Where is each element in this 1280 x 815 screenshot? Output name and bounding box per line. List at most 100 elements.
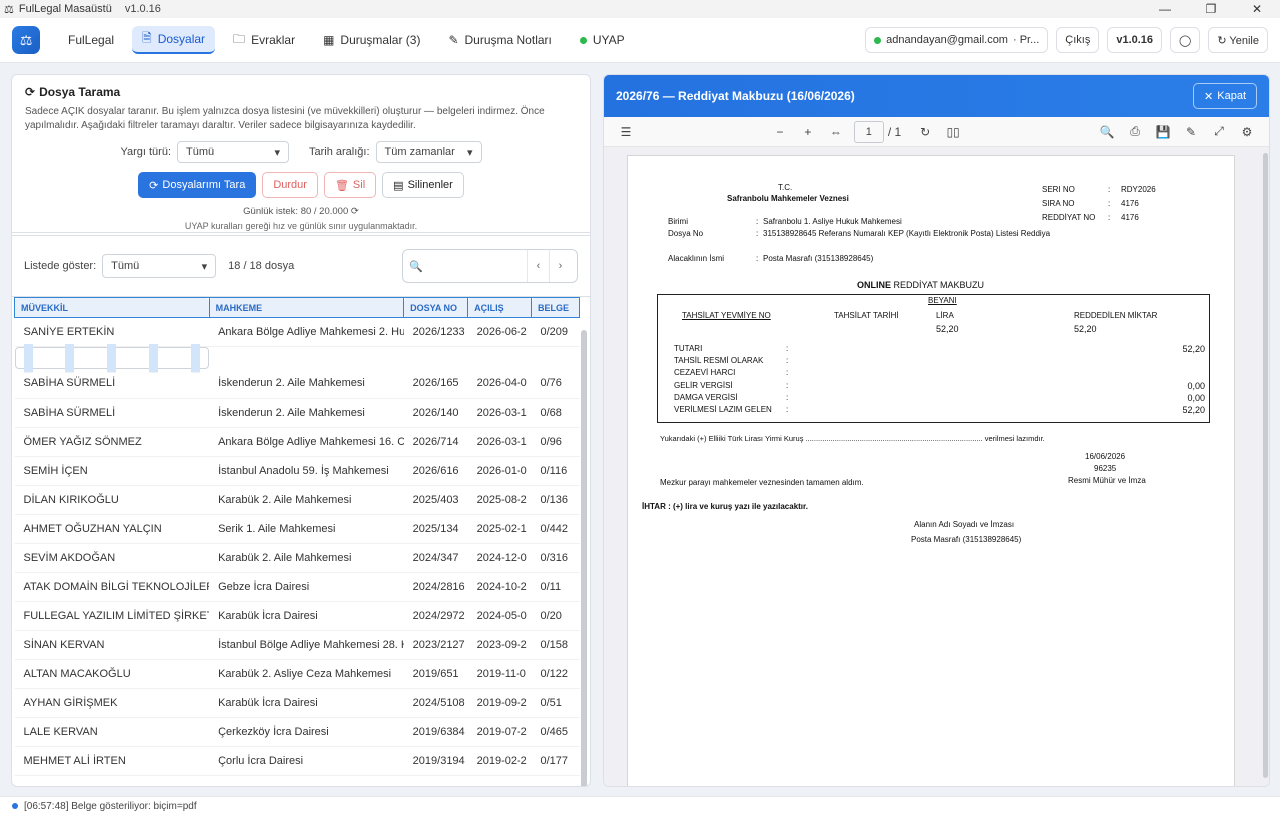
table-cell: ÖMER YAĞIZ SÖNMEZ — [14, 427, 210, 457]
file-icon: 🗎 — [142, 30, 152, 45]
table-row[interactable]: SANİYE ERTEKİN Ankara Bölge Adliye Mahkem… — [14, 317, 580, 347]
nav-durusma-notlari[interactable]: ✎ Duruşma Notları — [438, 26, 561, 54]
column-header-mahkeme[interactable]: MAHKEME — [208, 297, 405, 318]
court-type-label: Yargı türü: — [120, 146, 171, 158]
viewer-title: 2026/76 — Reddiyat Makbuzu (16/06/2026) — [616, 89, 855, 103]
table-row[interactable]: SEMİH İÇEN İstanbul Anadolu 59. İş Mahkem… — [14, 456, 580, 486]
sidebar-toggle-icon[interactable]: ☰ — [612, 125, 640, 139]
search-icon[interactable]: 🔍 — [1093, 125, 1121, 139]
date-range-select[interactable]: Tüm zamanlar ▾ — [375, 141, 482, 163]
nav-uyap[interactable]: UYAP — [570, 26, 635, 54]
search-input[interactable]: 🔍 ‹ › — [402, 249, 578, 283]
doc-colon: : — [786, 368, 789, 378]
court-type-select[interactable]: Tümü ▾ — [177, 141, 289, 163]
column-header-belge[interactable]: BELGE — [531, 297, 580, 318]
app-logo[interactable]: ⚖ — [12, 26, 40, 54]
minimize-icon[interactable]: — — [1142, 0, 1188, 18]
table-row[interactable]: AYHAN GİRİŞMEK Karabük İcra Dairesi 2024/5… — [14, 688, 580, 718]
table-cell: 2026-03-1 — [467, 427, 532, 457]
circle-icon: ◯ — [1179, 34, 1192, 47]
stop-button[interactable]: Durdur — [262, 172, 318, 198]
table-row[interactable]: AHMET OĞUZHAN YALÇIN Serik 1. Aile Mahkem… — [14, 514, 580, 544]
nav-evraklar[interactable]: 🗀 Evraklar — [223, 26, 305, 54]
zoom-out-icon[interactable]: − — [766, 125, 794, 139]
table-cell: SABİHA SÜRMELİ — [14, 398, 210, 428]
doc-seal: Resmi Mühür ve İmza — [1068, 476, 1146, 485]
nav-durusmalar[interactable]: ▦ Duruşmalar (3) — [313, 26, 430, 54]
user-account[interactable]: adnandayan@gmail.com · Pr... — [865, 27, 1049, 53]
table-cell: 2019-11-0 — [467, 659, 532, 689]
theme-toggle-button[interactable]: ◯ — [1170, 27, 1201, 53]
rotate-icon[interactable]: ↻ — [911, 125, 939, 139]
nav-fullegal[interactable]: FulLegal — [58, 26, 124, 54]
list-scrollbar[interactable] — [581, 330, 587, 786]
page-number-input[interactable]: 1 — [853, 120, 884, 143]
table-row[interactable]: DİLAN KIRIKOĞLU Karabük 2. Aile Mahkemesi… — [14, 485, 580, 515]
table-cell: 2026/616 — [403, 456, 468, 486]
viewer-header: 2026/76 — Reddiyat Makbuzu (16/06/2026) … — [604, 75, 1269, 117]
maximize-icon[interactable]: ❐ — [1188, 0, 1234, 18]
table-cell: 2024/2816 — [403, 572, 468, 602]
annotate-icon[interactable]: ✎ — [1177, 125, 1205, 139]
table-cell: SİNAN KERVAN — [14, 630, 210, 660]
scan-section: ⟳ Dosya Tarama Sadece AÇIK dosyalar taran… — [12, 75, 590, 233]
table-row[interactable]: ALTAN MACAKOĞLU Karabük 2. Asliye Ceza Ma… — [14, 659, 580, 689]
status-dot — [12, 803, 18, 809]
table-cell: 2026-06-2 — [467, 317, 532, 347]
column-header-dosya-no[interactable]: DOSYA NO — [403, 297, 469, 318]
refresh-quota-icon[interactable]: ⟳ — [351, 206, 359, 217]
close-viewer-button[interactable]: ✕ Kapat — [1193, 83, 1257, 109]
refresh-button[interactable]: ↻ Yenile — [1208, 27, 1268, 53]
table-cell: FULLEGAL YAZILIM LİMİTED ŞİRKETİ — [14, 601, 210, 631]
pdf-scrollbar[interactable] — [1263, 153, 1268, 778]
close-icon[interactable]: ✕ — [1234, 0, 1280, 18]
settings-icon[interactable]: ⚙ — [1233, 125, 1261, 139]
table-row[interactable]: LALE KERVAN Çerkezköy İcra Dairesi 2019/63… — [14, 717, 580, 747]
doc-colon: : — [1108, 199, 1111, 208]
table-cell: 2019-07-2 — [467, 717, 532, 747]
column-header-acilis[interactable]: AÇILIŞ — [467, 297, 532, 318]
table-cell: 2025-08-2 — [467, 485, 532, 515]
print-icon[interactable]: ⎙ — [1121, 124, 1149, 139]
nav-dosyalar[interactable]: 🗎 Dosyalar — [132, 26, 216, 54]
chevron-left-icon[interactable]: ‹ — [527, 250, 549, 282]
expand-icon[interactable]: ⤢ — [1205, 124, 1233, 139]
table-row[interactable]: MEHMET ALİ İRTEN Çorlu İcra Dairesi 2019/3… — [14, 746, 580, 776]
table-cell: 2019-02-2 — [467, 746, 532, 776]
zoom-in-icon[interactable]: + — [794, 125, 822, 139]
doc-line-value: 52,20 — [1182, 405, 1205, 415]
show-filter-select[interactable]: Tümü ▾ — [102, 254, 217, 278]
scan-title: ⟳ Dosya Tarama — [25, 85, 121, 99]
table-row[interactable]: SİNAN KERVAN İstanbul Bölge Adliye Mahkem… — [14, 630, 580, 660]
fit-width-icon[interactable]: ⇔ — [822, 125, 850, 139]
table-row[interactable]: SEVİM AKDOĞAN Karabük 2. Aile Mahkemesi 20… — [14, 543, 580, 573]
table-cell: 0/465 — [531, 717, 580, 747]
doc-colon: : — [1108, 213, 1111, 222]
table-row[interactable]: ATAK DOMAİN BİLGİ TEKNOLOJİLERİ ANONİMGe… — [14, 572, 580, 602]
status-dot-green — [579, 36, 587, 44]
chevron-right-icon[interactable]: › — [549, 250, 571, 282]
table-cell: 2023/2127 — [403, 630, 468, 660]
doc-beyani: BEYANI — [928, 296, 957, 305]
table-cell: 0/96 — [531, 427, 580, 457]
delete-button[interactable]: 🗑 Sil — [323, 172, 377, 198]
two-page-icon[interactable]: ▯▯ — [939, 125, 967, 139]
table-row[interactable]: MUHAMMET MERT BÖYÜKTEPE Safranbolu 1. Asl… — [14, 343, 210, 373]
table-row[interactable]: ÖMER YAĞIZ SÖNMEZ Ankara Bölge Adliye Mah… — [14, 427, 580, 457]
doc-colon: : — [786, 356, 789, 366]
date-range-label: Tarih aralığı: — [309, 146, 370, 158]
table-row[interactable]: SABİHA SÜRMELİ İskenderun 2. Aile Mahkeme… — [14, 398, 580, 428]
logout-button[interactable]: Çıkış — [1056, 27, 1100, 53]
doc-sira-label: SIRA NO — [1042, 199, 1075, 208]
table-row[interactable]: FULLEGAL YAZILIM LİMİTED ŞİRKETİ Karabük … — [14, 601, 580, 631]
table-cell: 0/442 — [531, 514, 580, 544]
deleted-items-button[interactable]: ▤ Silinenler — [382, 172, 464, 198]
table-cell: 2026/714 — [403, 427, 468, 457]
pdf-canvas[interactable]: T.C. Safranbolu Mahkemeler Veznesi SERI … — [604, 147, 1269, 786]
table-row[interactable]: SABİHA SÜRMELİ İskenderun 2. Aile Mahkeme… — [14, 369, 580, 399]
table-cell: 2023-09-2 — [467, 630, 532, 660]
save-icon[interactable]: 💾 — [1149, 125, 1177, 139]
scan-files-button[interactable]: ⟳ Dosyalarımı Tara — [138, 172, 257, 198]
doc-colon: : — [786, 405, 789, 414]
column-header-muvekkil[interactable]: MÜVEKKİL — [14, 297, 210, 318]
